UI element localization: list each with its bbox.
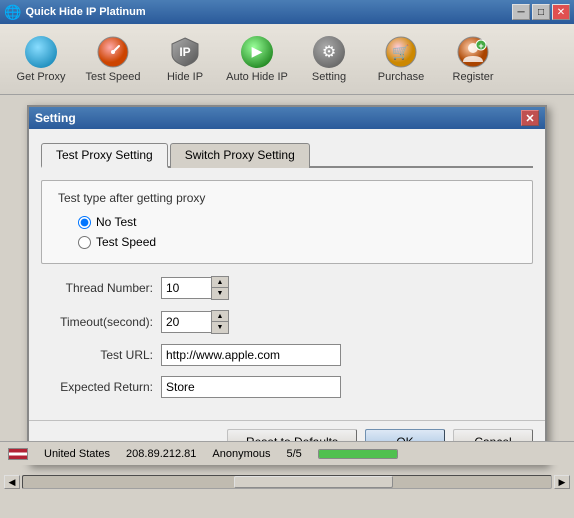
svg-text:IP: IP (179, 45, 190, 59)
proxy-count: 5/5 (287, 448, 302, 460)
expected-return-row: Expected Return: (41, 376, 533, 398)
dialog-body: Test Proxy Setting Switch Proxy Setting … (29, 129, 545, 420)
thread-number-spin: ▲ ▼ (161, 276, 229, 300)
section-title: Test type after getting proxy (58, 191, 516, 205)
thread-number-input[interactable] (161, 277, 211, 299)
globe-icon (25, 36, 57, 68)
ip-address: 208.89.212.81 (126, 448, 196, 460)
bottom-scrollbar: ◀ ▶ (0, 475, 574, 489)
test-type-section: Test type after getting proxy No Test Te… (41, 180, 533, 264)
dialog-close-button[interactable]: ✕ (521, 110, 539, 126)
test-speed-label: Test Speed (85, 71, 140, 83)
timeout-row: Timeout(second): ▲ ▼ (41, 310, 533, 334)
no-test-label: No Test (96, 215, 136, 229)
app-icon: 🌐 (4, 4, 21, 21)
main-toolbar: Get Proxy Test Speed IP Hide IP ▶ Auto H… (0, 24, 574, 95)
setting-label: Setting (312, 71, 346, 83)
timeout-input[interactable] (161, 311, 211, 333)
gear-icon: ⚙ (313, 36, 345, 68)
timeout-up[interactable]: ▲ (212, 311, 228, 322)
maximize-button[interactable]: □ (532, 4, 550, 20)
anonymity-type: Anonymous (212, 448, 270, 460)
scroll-right-button[interactable]: ▶ (554, 475, 570, 489)
register-label: Register (453, 71, 494, 83)
purchase-icon: 🛒 (385, 36, 417, 68)
svg-text:🛒: 🛒 (392, 44, 409, 61)
tab-test-proxy[interactable]: Test Proxy Setting (41, 143, 168, 168)
play-icon: ▶ (241, 36, 273, 68)
svg-text:+: + (478, 41, 483, 51)
thread-number-row: Thread Number: ▲ ▼ (41, 276, 533, 300)
thread-number-down[interactable]: ▼ (212, 288, 228, 299)
setting-dialog: Setting ✕ Test Proxy Setting Switch Prox… (27, 105, 547, 465)
shield-icon: IP (169, 36, 201, 68)
test-speed-radio-row: Test Speed (78, 235, 516, 249)
purchase-button[interactable]: 🛒 Purchase (366, 28, 436, 90)
minimize-button[interactable]: ─ (512, 4, 530, 20)
test-url-label: Test URL: (41, 348, 161, 362)
auto-hide-ip-button[interactable]: ▶ Auto Hide IP (222, 28, 292, 90)
progress-bar (318, 449, 398, 459)
title-bar-controls: ─ □ ✕ (512, 4, 570, 20)
thread-number-spinners: ▲ ▼ (211, 276, 229, 300)
dialog-title: Setting (35, 111, 76, 125)
title-bar-left: 🌐 Quick Hide IP Platinum (4, 4, 146, 21)
test-speed-label: Test Speed (96, 235, 156, 249)
register-button[interactable]: + Register (438, 28, 508, 90)
app-title: Quick Hide IP Platinum (25, 6, 145, 18)
timeout-spinners: ▲ ▼ (211, 310, 229, 334)
timeout-down[interactable]: ▼ (212, 322, 228, 333)
country-flag (8, 448, 28, 460)
test-url-row: Test URL: (41, 344, 533, 366)
close-button[interactable]: ✕ (552, 4, 570, 20)
timeout-spin: ▲ ▼ (161, 310, 229, 334)
thread-number-label: Thread Number: (41, 281, 161, 295)
radio-group: No Test Test Speed (78, 215, 516, 249)
scroll-thumb[interactable] (234, 476, 392, 488)
scroll-left-button[interactable]: ◀ (4, 475, 20, 489)
expected-return-input[interactable] (161, 376, 341, 398)
tab-bar: Test Proxy Setting Switch Proxy Setting (41, 141, 533, 168)
hide-ip-button[interactable]: IP Hide IP (150, 28, 220, 90)
test-speed-radio[interactable] (78, 236, 91, 249)
purchase-label: Purchase (378, 71, 424, 83)
main-content: Setting ✕ Test Proxy Setting Switch Prox… (0, 95, 574, 495)
test-speed-button[interactable]: Test Speed (78, 28, 148, 90)
register-icon: + (457, 36, 489, 68)
setting-button[interactable]: ⚙ Setting (294, 28, 364, 90)
auto-hide-ip-label: Auto Hide IP (226, 71, 288, 83)
no-test-radio-row: No Test (78, 215, 516, 229)
scroll-track[interactable] (22, 475, 552, 489)
title-bar: 🌐 Quick Hide IP Platinum ─ □ ✕ (0, 0, 574, 24)
get-proxy-label: Get Proxy (17, 71, 66, 83)
speed-icon (97, 36, 129, 68)
expected-return-label: Expected Return: (41, 380, 161, 394)
thread-number-up[interactable]: ▲ (212, 277, 228, 288)
get-proxy-button[interactable]: Get Proxy (6, 28, 76, 90)
hide-ip-label: Hide IP (167, 71, 203, 83)
no-test-radio[interactable] (78, 216, 91, 229)
timeout-label: Timeout(second): (41, 315, 161, 329)
dialog-title-bar: Setting ✕ (29, 107, 545, 129)
country-name: United States (44, 448, 110, 460)
status-bar: United States 208.89.212.81 Anonymous 5/… (0, 441, 574, 465)
dialog-overlay: Setting ✕ Test Proxy Setting Switch Prox… (0, 95, 574, 495)
test-url-input[interactable] (161, 344, 341, 366)
tab-switch-proxy[interactable]: Switch Proxy Setting (170, 143, 310, 168)
progress-fill (319, 450, 397, 458)
